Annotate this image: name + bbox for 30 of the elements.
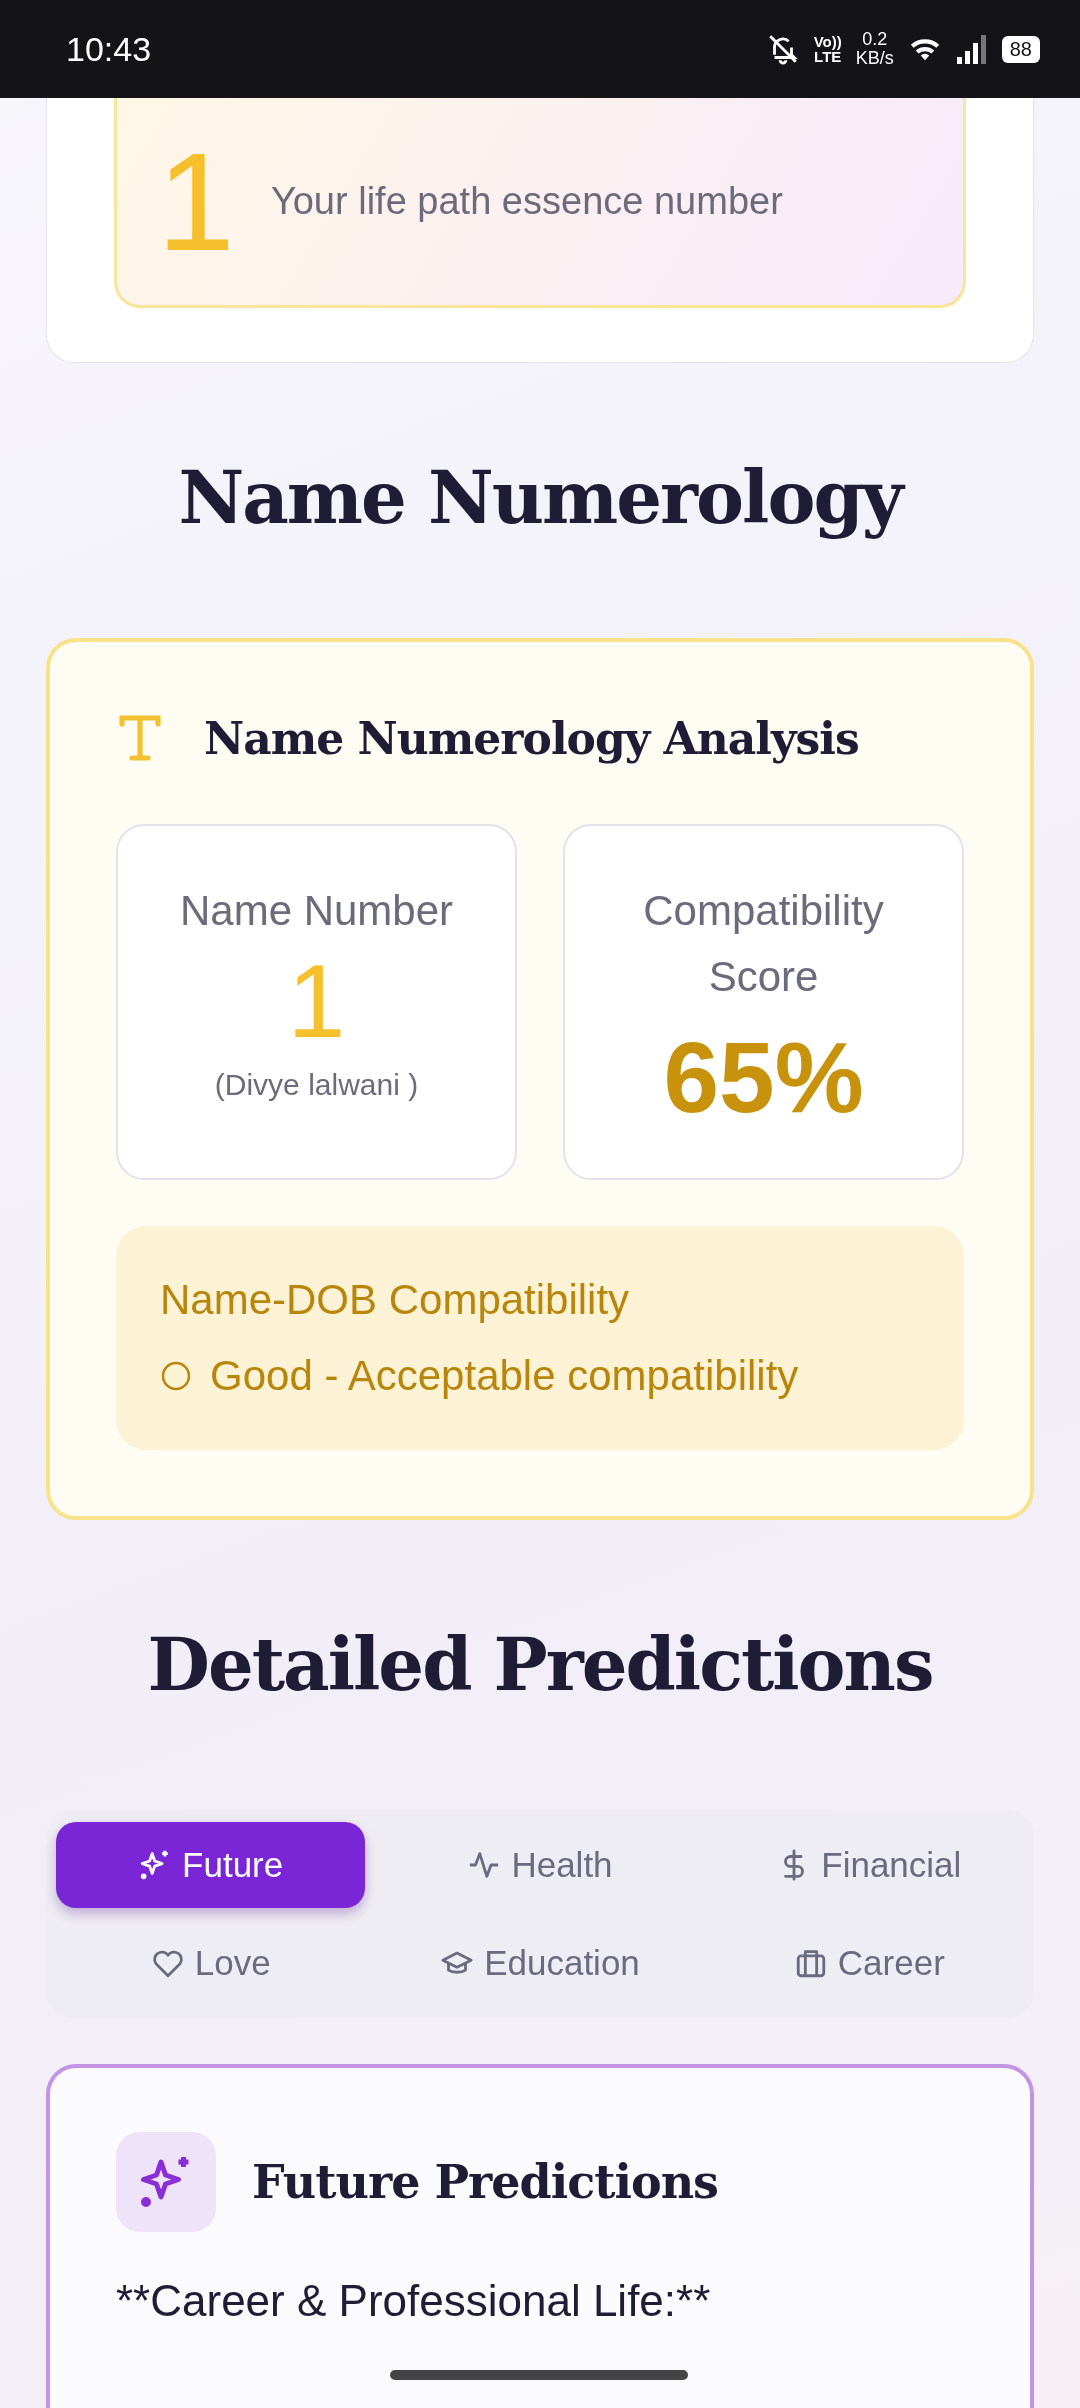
- category-tab[interactable]: Future: [56, 1822, 366, 1908]
- prediction-text: **Career & Professional Life:**: [116, 2276, 712, 2326]
- signal-icon: [955, 34, 988, 64]
- text-icon: [116, 712, 164, 764]
- speed-unit: KB/s: [855, 49, 894, 68]
- sparkle-icon: [116, 2132, 216, 2232]
- category-tab[interactable]: Health: [385, 1822, 695, 1908]
- compatibility-text: Good - Acceptable compatibility: [210, 1352, 799, 1400]
- lte-label: LTE: [814, 49, 842, 64]
- speed-value: 0.2: [862, 30, 888, 49]
- category-tab[interactable]: Love: [56, 1920, 366, 2006]
- name-number-label: Name Number: [178, 886, 455, 936]
- category-tab[interactable]: Education: [385, 1920, 695, 2006]
- compatibility-score: 65%: [663, 1020, 864, 1135]
- volte-label: Vo)): [813, 34, 842, 49]
- category-tab[interactable]: Financial: [714, 1822, 1024, 1908]
- essence-number: 1: [157, 131, 235, 272]
- clock-time: 10:43: [66, 29, 152, 69]
- compatibility-title: Name-DOB Compatibility: [160, 1276, 631, 1324]
- compatibility-label: Compatibility Score: [642, 886, 885, 1002]
- category-tab[interactable]: Career: [714, 1920, 1024, 2006]
- card-title: Future Predictions: [252, 2155, 718, 2209]
- section-heading: Detailed Predictions: [146, 1621, 934, 1709]
- battery-indicator: 88: [1001, 35, 1040, 63]
- circle-icon: [160, 1360, 192, 1392]
- card-title: Name Numerology Analysis: [204, 712, 859, 764]
- name-number-value: 1: [287, 944, 346, 1059]
- person-name: (Divye lalwani ): [214, 1068, 419, 1103]
- essence-label: Your life path essence number: [270, 180, 783, 223]
- section-heading: Name Numerology: [46, 453, 1034, 543]
